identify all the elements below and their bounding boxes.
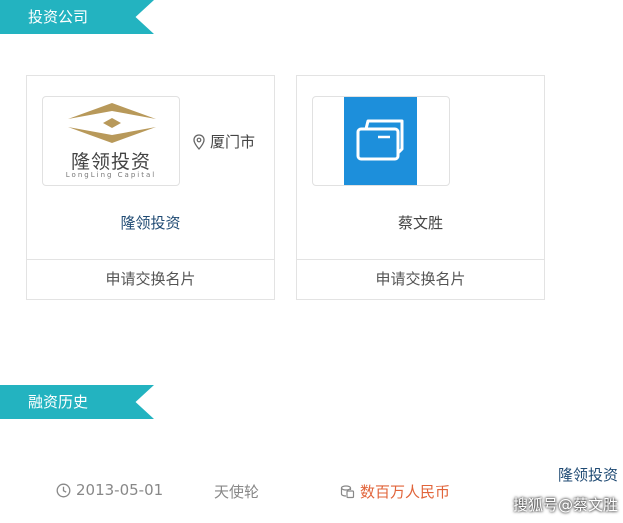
exchange-card-button[interactable]: 申请交换名片 [27, 259, 274, 299]
investor-card-longling[interactable]: 隆领投资 LongLing Capital 厦门市 隆领投资 申请交换名片 [26, 75, 275, 300]
location: 厦门市 [193, 131, 255, 152]
folder-logo-icon [356, 119, 404, 161]
exchange-card-button[interactable]: 申请交换名片 [297, 259, 544, 299]
longling-logo: 隆领投资 LongLing Capital [42, 96, 180, 186]
history-amount-text: 数百万人民币 [360, 483, 451, 501]
investor-name[interactable]: 蔡文胜 [297, 212, 544, 233]
history-round: 天使轮 [214, 483, 260, 501]
person-logo [312, 96, 450, 186]
logo-background [344, 97, 417, 185]
logo-wordmark: 隆领投资 [70, 151, 151, 173]
investor-card-person[interactable]: 蔡文胜 申请交换名片 [296, 75, 545, 300]
history-investor-link[interactable]: 隆领投资 [558, 464, 618, 485]
longling-emblem-icon [68, 103, 156, 143]
map-pin-icon [193, 133, 205, 150]
history-amount: 数百万人民币 [340, 481, 450, 502]
investor-name[interactable]: 隆领投资 [27, 212, 274, 233]
history-date: 2013-05-01 [56, 481, 163, 499]
history-section-title: 融资历史 [0, 385, 154, 419]
investment-section-title: 投资公司 [0, 0, 154, 34]
coins-icon [340, 485, 355, 499]
history-date-text: 2013-05-01 [76, 481, 164, 499]
clock-icon [56, 483, 71, 497]
logo-subtext: LongLing Capital [65, 171, 157, 179]
watermark: 搜狐号@蔡文胜 [513, 496, 619, 514]
location-text: 厦门市 [210, 133, 256, 151]
